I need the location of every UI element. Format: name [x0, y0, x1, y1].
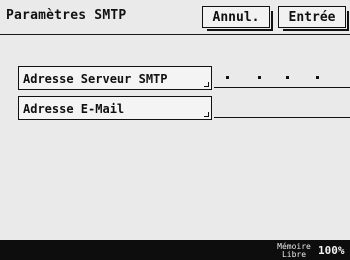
corner-mark-icon: [204, 82, 209, 87]
smtp-server-address-value: [220, 70, 340, 82]
memory-value: 100%: [318, 244, 345, 257]
corner-mark-icon: [204, 112, 209, 117]
smtp-server-address-line: [214, 87, 350, 88]
dot-icon: [226, 76, 229, 79]
dot-icon: [258, 76, 261, 79]
cancel-button-label: Annul.: [212, 10, 260, 25]
page-title: Paramètres SMTP: [6, 8, 127, 23]
smtp-server-address-label: Adresse Serveur SMTP: [23, 72, 168, 86]
email-address-label: Adresse E-Mail: [23, 102, 125, 116]
enter-button[interactable]: Entrée: [278, 6, 349, 31]
dot-icon: [316, 76, 319, 79]
email-address-line: [214, 117, 350, 118]
email-address-button[interactable]: Adresse E-Mail: [18, 96, 212, 120]
cancel-button[interactable]: Annul.: [202, 6, 273, 31]
dot-icon: [286, 76, 289, 79]
header-divider: [0, 34, 350, 35]
memory-label: Mémoire Libre: [277, 242, 311, 259]
enter-button-label: Entrée: [288, 10, 336, 25]
smtp-server-address-button[interactable]: Adresse Serveur SMTP: [18, 66, 212, 90]
smtp-settings-screen: Paramètres SMTP Annul. Entrée Adresse Se…: [0, 0, 350, 260]
